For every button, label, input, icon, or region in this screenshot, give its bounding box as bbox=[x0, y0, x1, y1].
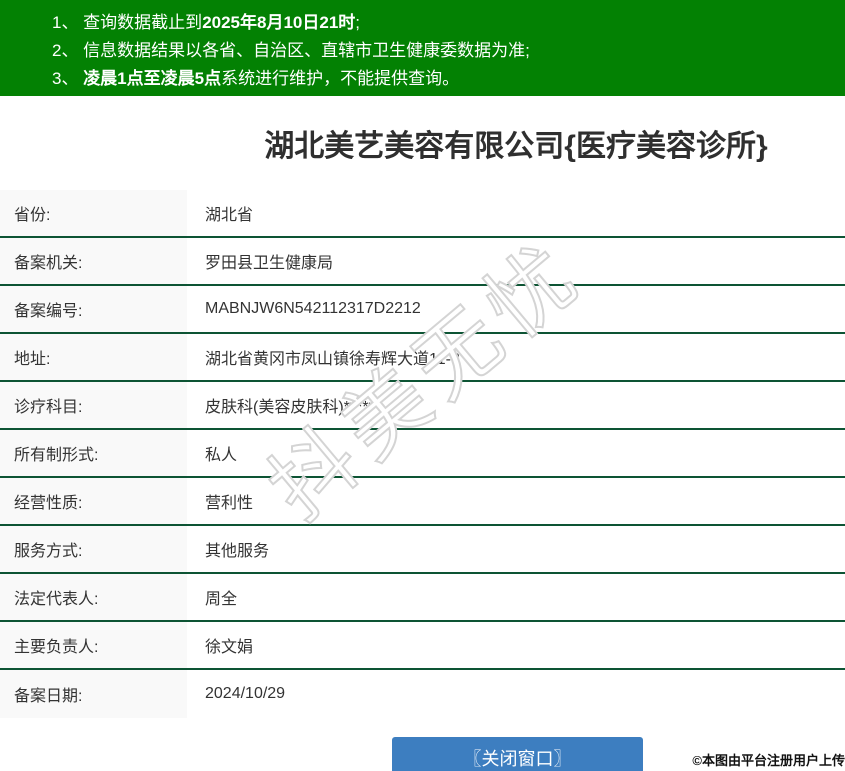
row-value: 周全 bbox=[205, 591, 238, 608]
row-value: 徐文娟 bbox=[205, 639, 254, 656]
row-label: 法定代表人: bbox=[0, 574, 187, 620]
notice-line-1: 1、 查询数据截止到2025年8月10日21时; bbox=[52, 9, 835, 37]
notice-line-2: 2、 信息数据结果以各省、自治区、直辖市卫生健康委数据为准; bbox=[52, 37, 835, 65]
record-table: 省份: 湖北省 备案机关: 罗田县卫生健康局 备案编号: MABNJW6N542… bbox=[0, 190, 845, 718]
row-label: 所有制形式: bbox=[0, 430, 187, 476]
table-row-province: 省份: 湖北省 bbox=[0, 190, 845, 238]
notice-bold-text: 2025年8月10日21时 bbox=[202, 13, 356, 32]
row-value: 私人 bbox=[205, 447, 238, 464]
row-label: 主要负责人: bbox=[0, 622, 187, 668]
row-label: 备案日期: bbox=[0, 670, 187, 718]
notice-text: ; bbox=[355, 13, 361, 32]
row-value: 营利性 bbox=[205, 495, 254, 512]
row-label: 经营性质: bbox=[0, 478, 187, 524]
row-value: 湖北省黄冈市凤山镇徐寿辉大道11-8 bbox=[205, 351, 460, 368]
close-window-button[interactable]: 〖关闭窗口〗 bbox=[392, 737, 643, 771]
notice-line-3: 3、 凌晨1点至凌晨5点系统进行维护，不能提供查询。 bbox=[52, 65, 835, 93]
row-label: 诊疗科目: bbox=[0, 382, 187, 428]
page-title: 湖北美艺美容有限公司{医疗美容诊所} bbox=[264, 130, 768, 163]
row-label: 地址: bbox=[0, 334, 187, 380]
row-label: 备案机关: bbox=[0, 238, 187, 284]
table-row-filing-authority: 备案机关: 罗田县卫生健康局 bbox=[0, 238, 845, 286]
row-label: 备案编号: bbox=[0, 286, 187, 332]
row-value: 湖北省 bbox=[205, 207, 254, 224]
table-row-main-person-in-charge: 主要负责人: 徐文娟 bbox=[0, 622, 845, 670]
table-row-filing-number: 备案编号: MABNJW6N542112317D2212 bbox=[0, 286, 845, 334]
table-row-treatment-subjects: 诊疗科目: 皮肤科(美容皮肤科)****** bbox=[0, 382, 845, 430]
table-row-ownership-form: 所有制形式: 私人 bbox=[0, 430, 845, 478]
row-value: MABNJW6N542112317D2212 bbox=[205, 300, 421, 317]
row-label: 服务方式: bbox=[0, 526, 187, 572]
title-area: 湖北美艺美容有限公司{医疗美容诊所} bbox=[187, 96, 845, 190]
notice-text: 1、 查询数据截止到 bbox=[52, 13, 203, 32]
notice-text: 系统进行维护，不能提供查询。 bbox=[221, 69, 460, 88]
row-label: 省份: bbox=[0, 190, 187, 236]
table-row-service-mode: 服务方式: 其他服务 bbox=[0, 526, 845, 574]
table-row-address: 地址: 湖北省黄冈市凤山镇徐寿辉大道11-8 bbox=[0, 334, 845, 382]
copyright-stamp: ©本图由平台注册用户上传 bbox=[692, 753, 845, 768]
table-row-legal-representative: 法定代表人: 周全 bbox=[0, 574, 845, 622]
table-row-business-nature: 经营性质: 营利性 bbox=[0, 478, 845, 526]
medical-license-query-page: 1、 查询数据截止到2025年8月10日21时; 2、 信息数据结果以各省、自治… bbox=[0, 0, 845, 771]
notice-text: 2、 信息数据结果以各省、自治区、直辖市卫生健康委数据为准; bbox=[52, 41, 530, 60]
row-value: 2024/10/29 bbox=[205, 685, 286, 702]
notice-text: 3、 bbox=[52, 69, 84, 88]
row-value: 其他服务 bbox=[205, 543, 270, 560]
notice-bold-text: 凌晨1点至凌晨5点 bbox=[83, 69, 222, 88]
table-row-filing-date: 备案日期: 2024/10/29 bbox=[0, 670, 845, 718]
notice-banner: 1、 查询数据截止到2025年8月10日21时; 2、 信息数据结果以各省、自治… bbox=[0, 0, 845, 96]
row-value: 皮肤科(美容皮肤科)****** bbox=[205, 399, 382, 416]
row-value: 罗田县卫生健康局 bbox=[205, 255, 334, 272]
